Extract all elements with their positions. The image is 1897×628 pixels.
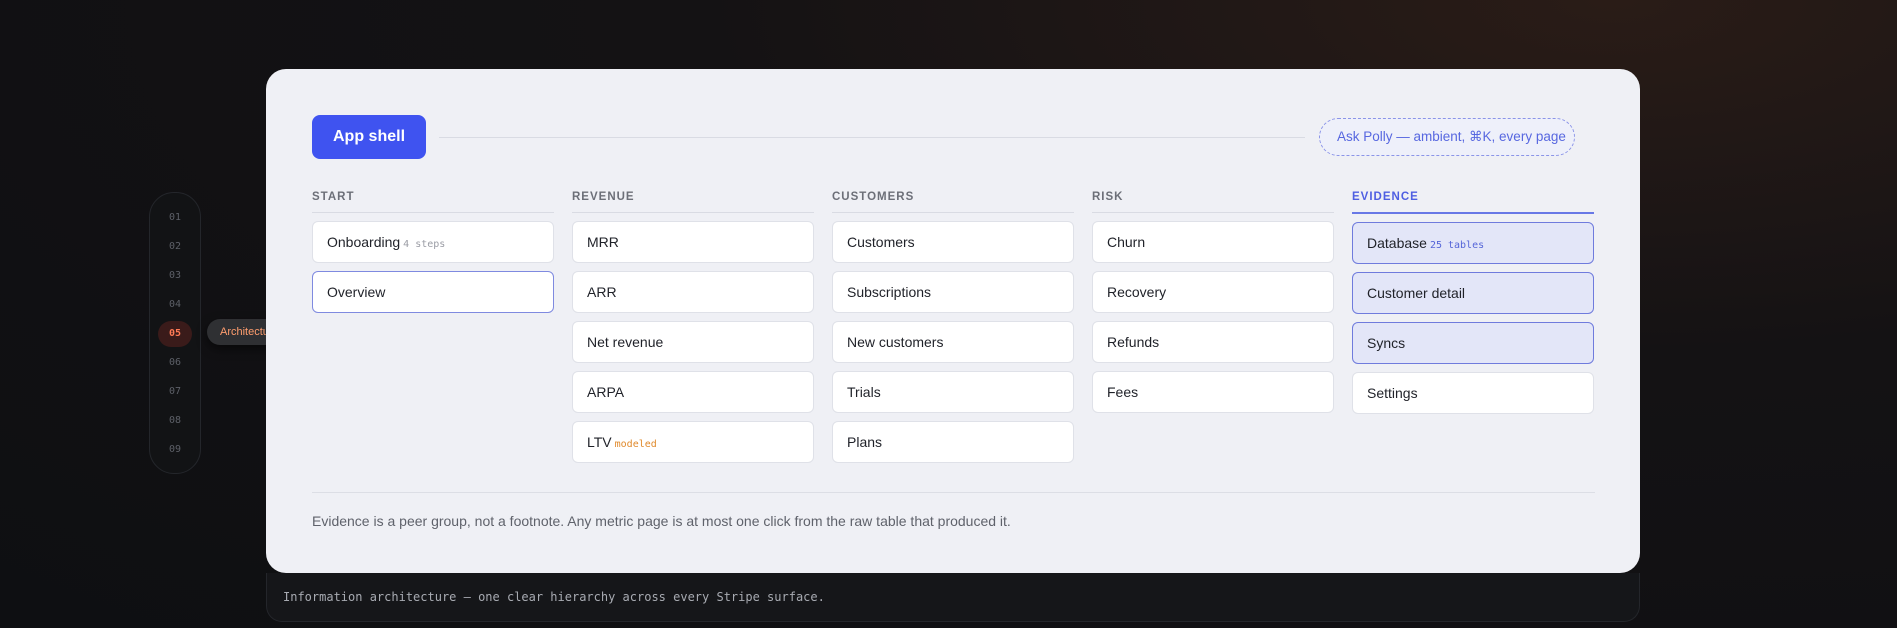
nav-item-label: Net revenue bbox=[587, 334, 664, 350]
column-heading: CUSTOMERS bbox=[832, 190, 1074, 213]
nav-item-label: LTV bbox=[587, 434, 612, 450]
column-heading: EVIDENCE bbox=[1352, 190, 1594, 214]
nav-item-mrr[interactable]: MRR bbox=[572, 221, 814, 263]
rail-step-01[interactable]: 01 bbox=[158, 205, 192, 231]
nav-item-fees[interactable]: Fees bbox=[1092, 371, 1334, 413]
rail-step-04[interactable]: 04 bbox=[158, 292, 192, 318]
rail-step-02[interactable]: 02 bbox=[158, 234, 192, 260]
nav-item-recovery[interactable]: Recovery bbox=[1092, 271, 1334, 313]
nav-item-onboarding[interactable]: Onboarding 4 steps bbox=[312, 221, 554, 263]
caption-text: Information architecture — one clear hie… bbox=[283, 590, 825, 604]
column-revenue: REVENUE MRR ARR Net revenue ARPA LTV modeled bbox=[572, 190, 814, 471]
nav-item-syncs[interactable]: Syncs bbox=[1352, 322, 1594, 364]
ask-polly-pill[interactable]: Ask Polly — ambient, ⌘K, every page bbox=[1319, 118, 1575, 156]
nav-item-label: New customers bbox=[847, 334, 944, 350]
nav-item-label: Onboarding bbox=[327, 234, 401, 250]
nav-item-customers[interactable]: Customers bbox=[832, 221, 1074, 263]
nav-item-label: Settings bbox=[1367, 385, 1418, 401]
nav-item-database[interactable]: Database 25 tables bbox=[1352, 222, 1594, 264]
nav-item-label: Refunds bbox=[1107, 334, 1160, 350]
rail-step-09[interactable]: 09 bbox=[158, 437, 192, 463]
nav-item-label: Trials bbox=[847, 384, 881, 400]
nav-item-plans[interactable]: Plans bbox=[832, 421, 1074, 463]
column-evidence: EVIDENCE Database 25 tables Customer detail… bbox=[1352, 190, 1594, 422]
nav-item-ltv[interactable]: LTV modeled bbox=[572, 421, 814, 463]
nav-item-customer-detail[interactable]: Customer detail bbox=[1352, 272, 1594, 314]
nav-item-label: ARR bbox=[587, 284, 617, 300]
rail-step-05[interactable]: 05 bbox=[158, 321, 192, 347]
footer-divider bbox=[312, 492, 1595, 493]
rail-step-03[interactable]: 03 bbox=[158, 263, 192, 289]
column-heading: RISK bbox=[1092, 190, 1334, 213]
column-customers: CUSTOMERS Customers Subscriptions New custo… bbox=[832, 190, 1074, 471]
nav-item-label: Customers bbox=[847, 234, 915, 250]
column-heading: REVENUE bbox=[572, 190, 814, 213]
nav-item-settings[interactable]: Settings bbox=[1352, 372, 1594, 414]
nav-item-label: Fees bbox=[1107, 384, 1139, 400]
nav-item-subscriptions[interactable]: Subscriptions bbox=[832, 271, 1074, 313]
rail-step-08[interactable]: 08 bbox=[158, 408, 192, 434]
nav-item-arr[interactable]: ARR bbox=[572, 271, 814, 313]
nav-item-net-revenue[interactable]: Net revenue bbox=[572, 321, 814, 363]
nav-item-tag: 25 tables bbox=[1429, 240, 1485, 251]
nav-item-overview[interactable]: Overview bbox=[312, 271, 554, 313]
nav-item-label: MRR bbox=[587, 234, 619, 250]
nav-item-churn[interactable]: Churn bbox=[1092, 221, 1334, 263]
step-rail: 01 02 03 04 05 06 07 08 09 bbox=[149, 192, 201, 474]
nav-item-trials[interactable]: Trials bbox=[832, 371, 1074, 413]
footer-note: Evidence is a peer group, not a footnote… bbox=[312, 513, 1011, 529]
nav-item-tag: modeled bbox=[614, 439, 657, 450]
nav-item-label: ARPA bbox=[587, 384, 625, 400]
nav-item-label: Overview bbox=[327, 284, 386, 300]
caption-bar: Information architecture — one clear hie… bbox=[266, 573, 1640, 622]
nav-item-refunds[interactable]: Refunds bbox=[1092, 321, 1334, 363]
nav-item-label: Database bbox=[1367, 235, 1427, 251]
rail-step-06[interactable]: 06 bbox=[158, 350, 192, 376]
rail-step-07[interactable]: 07 bbox=[158, 379, 192, 405]
nav-item-new-customers[interactable]: New customers bbox=[832, 321, 1074, 363]
column-start: START Onboarding 4 steps Overview bbox=[312, 190, 554, 321]
column-risk: RISK Churn Recovery Refunds Fees bbox=[1092, 190, 1334, 421]
architecture-card: App shell Ask Polly — ambient, ⌘K, every… bbox=[266, 69, 1640, 573]
nav-item-label: Subscriptions bbox=[847, 284, 932, 300]
nav-item-label: Recovery bbox=[1107, 284, 1167, 300]
nav-item-label: Customer detail bbox=[1367, 285, 1466, 301]
column-heading: START bbox=[312, 190, 554, 213]
header-divider bbox=[439, 137, 1305, 138]
nav-item-label: Churn bbox=[1107, 234, 1146, 250]
nav-item-arpa[interactable]: ARPA bbox=[572, 371, 814, 413]
nav-item-label: Syncs bbox=[1367, 335, 1406, 351]
nav-item-label: Plans bbox=[847, 434, 883, 450]
app-shell-button[interactable]: App shell bbox=[312, 115, 427, 159]
nav-item-tag: 4 steps bbox=[403, 239, 446, 250]
